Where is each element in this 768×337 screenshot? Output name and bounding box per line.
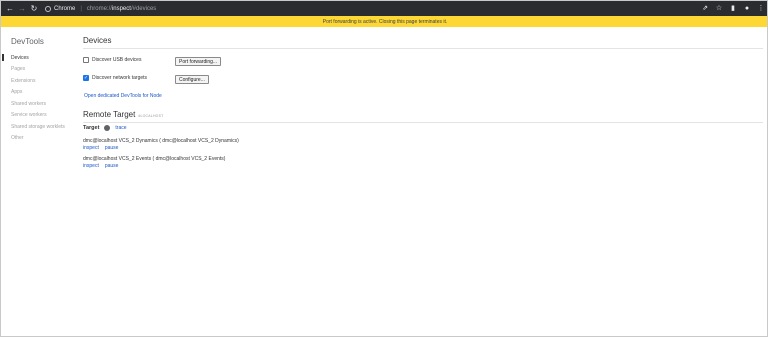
share-icon[interactable]: ⇗ bbox=[701, 5, 709, 13]
device-icon bbox=[104, 125, 111, 131]
pause-link[interactable]: pause bbox=[105, 145, 119, 151]
open-node-devtools-link[interactable]: Open dedicated DevTools for Node bbox=[84, 93, 162, 99]
side-panel-icon[interactable]: ▮ bbox=[729, 5, 737, 13]
address-bar[interactable]: Chrome | chrome://inspect/#devices bbox=[45, 5, 156, 12]
localhost-badge: #LOCALHOST bbox=[138, 114, 164, 118]
target-name: dmc@localhost VCS_2 Events ( dmc@localho… bbox=[83, 156, 226, 162]
devices-heading: Devices bbox=[83, 36, 112, 45]
target-label: Target bbox=[83, 125, 100, 131]
nav-buttons: ← → ↻ bbox=[5, 3, 39, 15]
inspect-link[interactable]: inspect bbox=[83, 145, 99, 151]
remote-target-heading: Remote Target bbox=[83, 110, 136, 119]
discover-usb-label: Discover USB devices bbox=[92, 57, 142, 63]
main-content: Devices Discover USB devices Port forwar… bbox=[83, 27, 763, 336]
infobar-message: Port forwarding is active. Closing this … bbox=[322, 18, 448, 25]
sidebar-item-shared-storage-worklets[interactable]: Shared storage worklets bbox=[1, 121, 73, 133]
inspect-link[interactable]: inspect bbox=[83, 163, 99, 169]
target-header-row: Target trace bbox=[83, 125, 127, 131]
url-prefix: chrome:// bbox=[86, 5, 112, 12]
target-actions: inspect pause bbox=[83, 145, 118, 151]
configure-button[interactable]: Configure... bbox=[175, 75, 209, 84]
discover-network-label: Discover network targets bbox=[92, 75, 148, 81]
sidebar-item-devices[interactable]: Devices bbox=[1, 52, 73, 64]
remote-target-header: Remote Target #LOCALHOST bbox=[83, 110, 163, 119]
url-path: /#devices bbox=[130, 5, 157, 12]
sidebar-item-label: Service workers bbox=[11, 112, 47, 119]
discover-network-row: ✓ Discover network targets bbox=[83, 75, 147, 81]
site-label: Chrome bbox=[54, 5, 76, 12]
url-text: chrome://inspect/#devices bbox=[87, 6, 156, 12]
devtools-sidebar: DevTools Devices Pages Extensions Apps S… bbox=[1, 27, 73, 336]
sidebar-item-label: Pages bbox=[11, 66, 26, 73]
bookmark-star-icon[interactable]: ☆ bbox=[715, 5, 723, 13]
sidebar-item-apps[interactable]: Apps bbox=[1, 87, 73, 99]
sidebar-item-label: Extensions bbox=[11, 77, 36, 84]
port-forwarding-button[interactable]: Port forwarding... bbox=[175, 57, 222, 66]
browser-toolbar: ← → ↻ Chrome | chrome://inspect/#devices… bbox=[1, 1, 767, 16]
discover-usb-checkbox[interactable] bbox=[83, 57, 89, 63]
sidebar-item-service-workers[interactable]: Service workers bbox=[1, 110, 73, 122]
target-name: dmc@localhost VCS_2 Dynamics ( dmc@local… bbox=[83, 138, 239, 144]
sidebar-item-extensions[interactable]: Extensions bbox=[1, 75, 73, 87]
discover-network-checkbox[interactable]: ✓ bbox=[83, 75, 89, 81]
sidebar-item-label: Shared storage worklets bbox=[11, 123, 65, 130]
sidebar-item-other[interactable]: Other bbox=[1, 133, 73, 145]
forward-icon[interactable]: → bbox=[17, 3, 27, 15]
chrome-icon bbox=[45, 5, 51, 12]
url-host: inspect bbox=[111, 5, 131, 12]
target-actions: inspect pause bbox=[83, 163, 118, 169]
trace-link[interactable]: trace bbox=[115, 125, 126, 131]
sidebar-item-pages[interactable]: Pages bbox=[1, 64, 73, 76]
back-icon[interactable]: ← bbox=[5, 3, 15, 15]
reload-icon[interactable]: ↻ bbox=[29, 3, 39, 15]
menu-kebab-icon[interactable]: ⋮ bbox=[757, 5, 765, 13]
pause-link[interactable]: pause bbox=[105, 163, 119, 169]
sidebar-nav: Devices Pages Extensions Apps Shared wor… bbox=[1, 52, 73, 144]
remote-target-divider bbox=[83, 122, 763, 123]
profile-icon[interactable]: ● bbox=[743, 5, 751, 13]
sidebar-item-shared-workers[interactable]: Shared workers bbox=[1, 98, 73, 110]
browser-window: ← → ↻ Chrome | chrome://inspect/#devices… bbox=[0, 0, 768, 337]
discover-usb-row: Discover USB devices bbox=[83, 57, 141, 63]
sidebar-item-label: Apps bbox=[11, 89, 23, 96]
port-forwarding-infobar: Port forwarding is active. Closing this … bbox=[1, 16, 767, 27]
url-separator: | bbox=[80, 5, 82, 12]
sidebar-title: DevTools bbox=[11, 37, 44, 46]
toolbar-actions: ⇗ ☆ ▮ ● ⋮ bbox=[701, 1, 765, 16]
devices-divider bbox=[83, 48, 763, 49]
sidebar-item-label: Devices bbox=[11, 54, 29, 61]
sidebar-item-label: Shared workers bbox=[11, 100, 47, 107]
sidebar-item-label: Other bbox=[11, 135, 24, 142]
